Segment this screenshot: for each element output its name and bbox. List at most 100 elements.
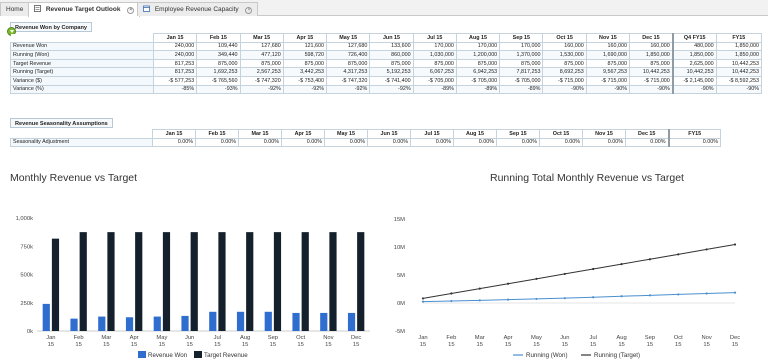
table-cell[interactable]: 0.00% — [281, 137, 325, 148]
table-cell[interactable]: 10,442,253 — [629, 67, 674, 77]
table-cell[interactable]: 9,567,253 — [585, 67, 631, 77]
table-cell[interactable]: 160,000 — [585, 41, 631, 52]
table-cell[interactable]: 0.00% — [667, 137, 721, 148]
table-cell[interactable]: -90% — [629, 84, 674, 95]
table-cell[interactable]: 598,720 — [282, 50, 328, 60]
tab-employee-revenue-capacity[interactable]: Employee Revenue Capacity × — [137, 2, 259, 16]
table-cell[interactable]: -85% — [152, 84, 198, 95]
table-cell[interactable]: 860,000 — [369, 50, 414, 60]
table-cell[interactable]: -$ 705,000 — [455, 75, 501, 86]
table-cell[interactable]: 7,817,253 — [499, 67, 544, 77]
table-cell[interactable]: -90% — [715, 84, 763, 95]
table-cell[interactable]: 2,567,253 — [239, 67, 284, 77]
table-cell[interactable]: 817,253 — [152, 58, 198, 69]
table-cell[interactable]: -$ 765,560 — [196, 75, 241, 86]
table-cell[interactable]: 0.00% — [496, 137, 540, 148]
table-cell[interactable]: -90% — [671, 84, 717, 95]
table-cell[interactable]: 875,000 — [196, 58, 241, 69]
close-icon[interactable]: × — [127, 7, 135, 14]
table-cell[interactable]: 6,067,253 — [412, 67, 457, 77]
table-cell[interactable]: 160,000 — [629, 41, 674, 52]
table-cell[interactable]: 875,000 — [542, 58, 587, 69]
close-icon[interactable]: × — [245, 7, 253, 14]
table-cell[interactable]: 0.00% — [582, 137, 626, 148]
table-cell[interactable]: 109,440 — [196, 41, 241, 52]
table-cell[interactable]: 160,000 — [542, 41, 587, 52]
table-cell[interactable]: 127,680 — [239, 41, 284, 52]
table-cell[interactable]: -89% — [499, 84, 544, 95]
table-cell[interactable]: -89% — [455, 84, 501, 95]
table-cell[interactable]: 349,440 — [196, 50, 241, 60]
table-cell[interactable]: -$ 747,320 — [326, 75, 371, 86]
table-cell[interactable]: 4,317,253 — [326, 67, 371, 77]
table-cell[interactable]: 240,000 — [152, 50, 198, 60]
table-cell[interactable]: 875,000 — [282, 58, 328, 69]
table-cell[interactable]: 875,000 — [499, 58, 544, 69]
table-cell[interactable]: 817,253 — [152, 67, 198, 77]
table-cell[interactable]: 0.00% — [367, 137, 411, 148]
table-cell[interactable]: 2,625,000 — [671, 58, 717, 69]
table-cell[interactable]: -93% — [196, 84, 241, 95]
table-cell[interactable]: 6,942,253 — [455, 67, 501, 77]
table-cell[interactable]: 10,442,253 — [671, 67, 717, 77]
table-cell[interactable]: 3,442,253 — [282, 67, 328, 77]
table-cell[interactable]: 127,680 — [326, 41, 371, 52]
table-cell[interactable]: -92% — [239, 84, 284, 95]
table-cell[interactable]: 1,850,000 — [671, 50, 717, 60]
table-cell[interactable]: 726,400 — [326, 50, 371, 60]
table-cell[interactable]: 1,690,000 — [585, 50, 631, 60]
table-cell[interactable]: 875,000 — [369, 58, 414, 69]
table-cell[interactable]: 480,000 — [671, 41, 717, 52]
table-cell[interactable]: 875,000 — [326, 58, 371, 69]
table-cell[interactable]: 121,600 — [282, 41, 328, 52]
table-cell[interactable]: 170,000 — [455, 41, 501, 52]
table-cell[interactable]: 1,370,000 — [499, 50, 544, 60]
table-cell[interactable]: -$ 747,320 — [239, 75, 284, 86]
table-cell[interactable]: 1,850,000 — [715, 41, 763, 52]
table-cell[interactable]: -$ 715,000 — [629, 75, 674, 86]
table-cell[interactable]: -$ 753,400 — [282, 75, 328, 86]
table-cell[interactable]: 0.00% — [152, 137, 196, 148]
table-cell[interactable]: -$ 715,000 — [585, 75, 631, 86]
table-cell[interactable]: 0.00% — [410, 137, 454, 148]
table-cell[interactable]: 10,442,253 — [715, 67, 763, 77]
table-cell[interactable]: 875,000 — [412, 58, 457, 69]
table-cell[interactable]: -$ 2,145,000 — [671, 75, 717, 86]
table-cell[interactable]: -92% — [282, 84, 328, 95]
table-cell[interactable]: -92% — [369, 84, 414, 95]
table-cell[interactable]: 170,000 — [412, 41, 457, 52]
table-cell[interactable]: 1,530,000 — [542, 50, 587, 60]
table-cell[interactable]: 0.00% — [195, 137, 239, 148]
table-cell[interactable]: 0.00% — [238, 137, 282, 148]
table-cell[interactable]: 0.00% — [453, 137, 497, 148]
tab-home[interactable]: Home — [0, 2, 30, 16]
table-cell[interactable]: 0.00% — [625, 137, 669, 148]
table-cell[interactable]: 133,600 — [369, 41, 414, 52]
table-cell[interactable]: 477,120 — [239, 50, 284, 60]
table-cell[interactable]: 10,442,253 — [715, 58, 763, 69]
table-cell[interactable]: -$ 705,000 — [499, 75, 544, 86]
table-cell[interactable]: 875,000 — [629, 58, 674, 69]
table-cell[interactable]: -$ 705,000 — [412, 75, 457, 86]
table-cell[interactable]: 875,000 — [239, 58, 284, 69]
table-cell[interactable]: -89% — [412, 84, 457, 95]
table-cell[interactable]: 1,850,000 — [715, 50, 763, 60]
table-cell[interactable]: -$ 8,592,253 — [715, 75, 763, 86]
table-cell[interactable]: 5,192,253 — [369, 67, 414, 77]
table-cell[interactable]: -$ 715,000 — [542, 75, 587, 86]
table-cell[interactable]: -92% — [326, 84, 371, 95]
table-cell[interactable]: 1,200,000 — [455, 50, 501, 60]
table-cell[interactable]: 8,692,253 — [542, 67, 587, 77]
table-cell[interactable]: -$ 577,253 — [152, 75, 198, 86]
table-cell[interactable]: -$ 741,400 — [369, 75, 414, 86]
table-cell[interactable]: -90% — [542, 84, 587, 95]
table-cell[interactable]: 0.00% — [539, 137, 583, 148]
table-cell[interactable]: 170,000 — [499, 41, 544, 52]
table-cell[interactable]: 875,000 — [455, 58, 501, 69]
table-cell[interactable]: -90% — [585, 84, 631, 95]
tab-revenue-target-outlook[interactable]: Revenue Target Outlook × — [28, 2, 141, 17]
table-cell[interactable]: 875,000 — [585, 58, 631, 69]
table-cell[interactable]: 0.00% — [324, 137, 368, 148]
table-cell[interactable]: 1,692,253 — [196, 67, 241, 77]
table-cell[interactable]: 1,030,000 — [412, 50, 457, 60]
